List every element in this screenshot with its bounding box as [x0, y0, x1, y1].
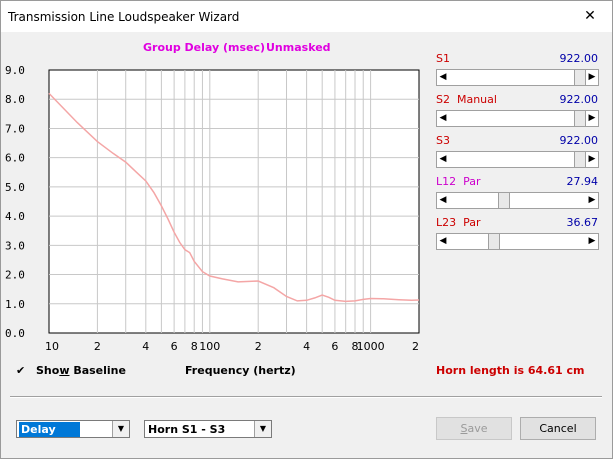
group-delay-chart: 9.08.07.06.05.04.03.02.01.00.010 2 4 6 8 100 2… — [5, 64, 420, 353]
slider-value: 922.00 — [559, 134, 599, 147]
x-tick-label: 4 — [303, 340, 310, 353]
graph-title: Group Delay (msec) — [143, 41, 266, 54]
cancel-button[interactable]: Cancel — [520, 417, 596, 440]
slider-value: 922.00 — [559, 93, 599, 106]
parameter-scrollbar[interactable]: ◀ ▶ — [436, 233, 599, 250]
wizard-window: Transmission Line Loudspeaker Wizard ✕ G… — [0, 0, 613, 459]
show-baseline-label-post: Baseline — [69, 364, 126, 377]
y-tick-label: 5.0 — [5, 181, 25, 194]
scroll-thumb[interactable] — [497, 193, 510, 208]
horn-length-text: Horn length is 64.61 cm — [436, 364, 585, 377]
scroll-right-icon[interactable]: ▶ — [586, 111, 598, 126]
scroll-thumb[interactable] — [574, 152, 586, 167]
save-button[interactable]: Save — [436, 417, 512, 440]
x-axis-label: Frequency (hertz) — [185, 364, 296, 377]
y-tick-label: 6.0 — [5, 152, 25, 165]
y-tick-label: 2.0 — [5, 269, 25, 282]
x-tick-label: 6 — [171, 340, 178, 353]
scroll-left-icon[interactable]: ◀ — [437, 193, 449, 208]
parameter-scrollbar[interactable]: ◀ ▶ — [436, 110, 599, 127]
save-label-post: ave — [467, 422, 488, 435]
parameter-scrollbar[interactable]: ◀ ▶ — [436, 69, 599, 86]
x-tick-label: 2 — [94, 340, 101, 353]
y-tick-label: 7.0 — [5, 122, 25, 135]
scroll-right-icon[interactable]: ▶ — [586, 152, 598, 167]
x-tick-label: 1000 — [357, 340, 385, 353]
parameter-scrollbar[interactable]: ◀ ▶ — [436, 192, 599, 209]
scroll-thumb[interactable] — [487, 234, 500, 249]
scroll-right-icon[interactable]: ▶ — [586, 234, 598, 249]
x-tick-label: 4 — [142, 340, 149, 353]
title-bar[interactable]: Transmission Line Loudspeaker Wizard ✕ — [1, 1, 612, 32]
slider-value: 922.00 — [559, 52, 599, 65]
show-baseline-checkbox[interactable]: ✔ Show Baseline — [16, 364, 126, 377]
plot-type-select[interactable]: Delay ▼ — [16, 420, 130, 438]
y-tick-label: 8.0 — [5, 93, 25, 106]
horn-range-value: Horn S1 - S3 — [148, 423, 226, 436]
y-tick-label: 0.0 — [5, 327, 25, 340]
checkbox-check-icon[interactable]: ✔ — [16, 365, 27, 376]
scroll-left-icon[interactable]: ◀ — [437, 234, 449, 249]
slider-label: L23 Par — [436, 216, 481, 229]
close-icon[interactable]: ✕ — [568, 1, 612, 32]
slider-value: 27.94 — [566, 175, 599, 188]
scroll-thumb[interactable] — [574, 70, 586, 85]
y-tick-label: 4.0 — [5, 210, 25, 223]
x-tick-label: 2 — [412, 340, 419, 353]
scroll-right-icon[interactable]: ▶ — [586, 70, 598, 85]
slider-label: S3 — [436, 134, 450, 147]
x-tick-label: 10 — [45, 340, 59, 353]
scroll-left-icon[interactable]: ◀ — [437, 152, 449, 167]
mask-status: Unmasked — [266, 41, 331, 54]
x-tick-label: 8 — [191, 340, 198, 353]
scroll-left-icon[interactable]: ◀ — [437, 111, 449, 126]
window-title: Transmission Line Loudspeaker Wizard — [8, 10, 240, 24]
show-baseline-label-accel: w — [59, 364, 70, 377]
slider-label: S2 Manual — [436, 93, 497, 106]
y-tick-label: 1.0 — [5, 298, 25, 311]
scroll-thumb[interactable] — [574, 111, 586, 126]
y-tick-label: 9.0 — [5, 64, 25, 77]
parameter-scrollbar[interactable]: ◀ ▶ — [436, 151, 599, 168]
chevron-down-icon[interactable]: ▼ — [112, 421, 129, 437]
slider-label: S1 — [436, 52, 450, 65]
chevron-down-icon[interactable]: ▼ — [254, 421, 271, 437]
slider-value: 36.67 — [566, 216, 599, 229]
show-baseline-label-pre: Sho — [36, 364, 60, 377]
x-tick-label: 6 — [331, 340, 338, 353]
separator — [10, 396, 602, 398]
horn-range-select[interactable]: Horn S1 - S3 ▼ — [144, 420, 272, 438]
scroll-left-icon[interactable]: ◀ — [437, 70, 449, 85]
scroll-right-icon[interactable]: ▶ — [586, 193, 598, 208]
x-tick-label: 2 — [255, 340, 262, 353]
slider-label: L12 Par — [436, 175, 481, 188]
y-tick-label: 3.0 — [5, 239, 25, 252]
x-tick-label: 100 — [199, 340, 220, 353]
plot-type-value: Delay — [19, 422, 80, 437]
